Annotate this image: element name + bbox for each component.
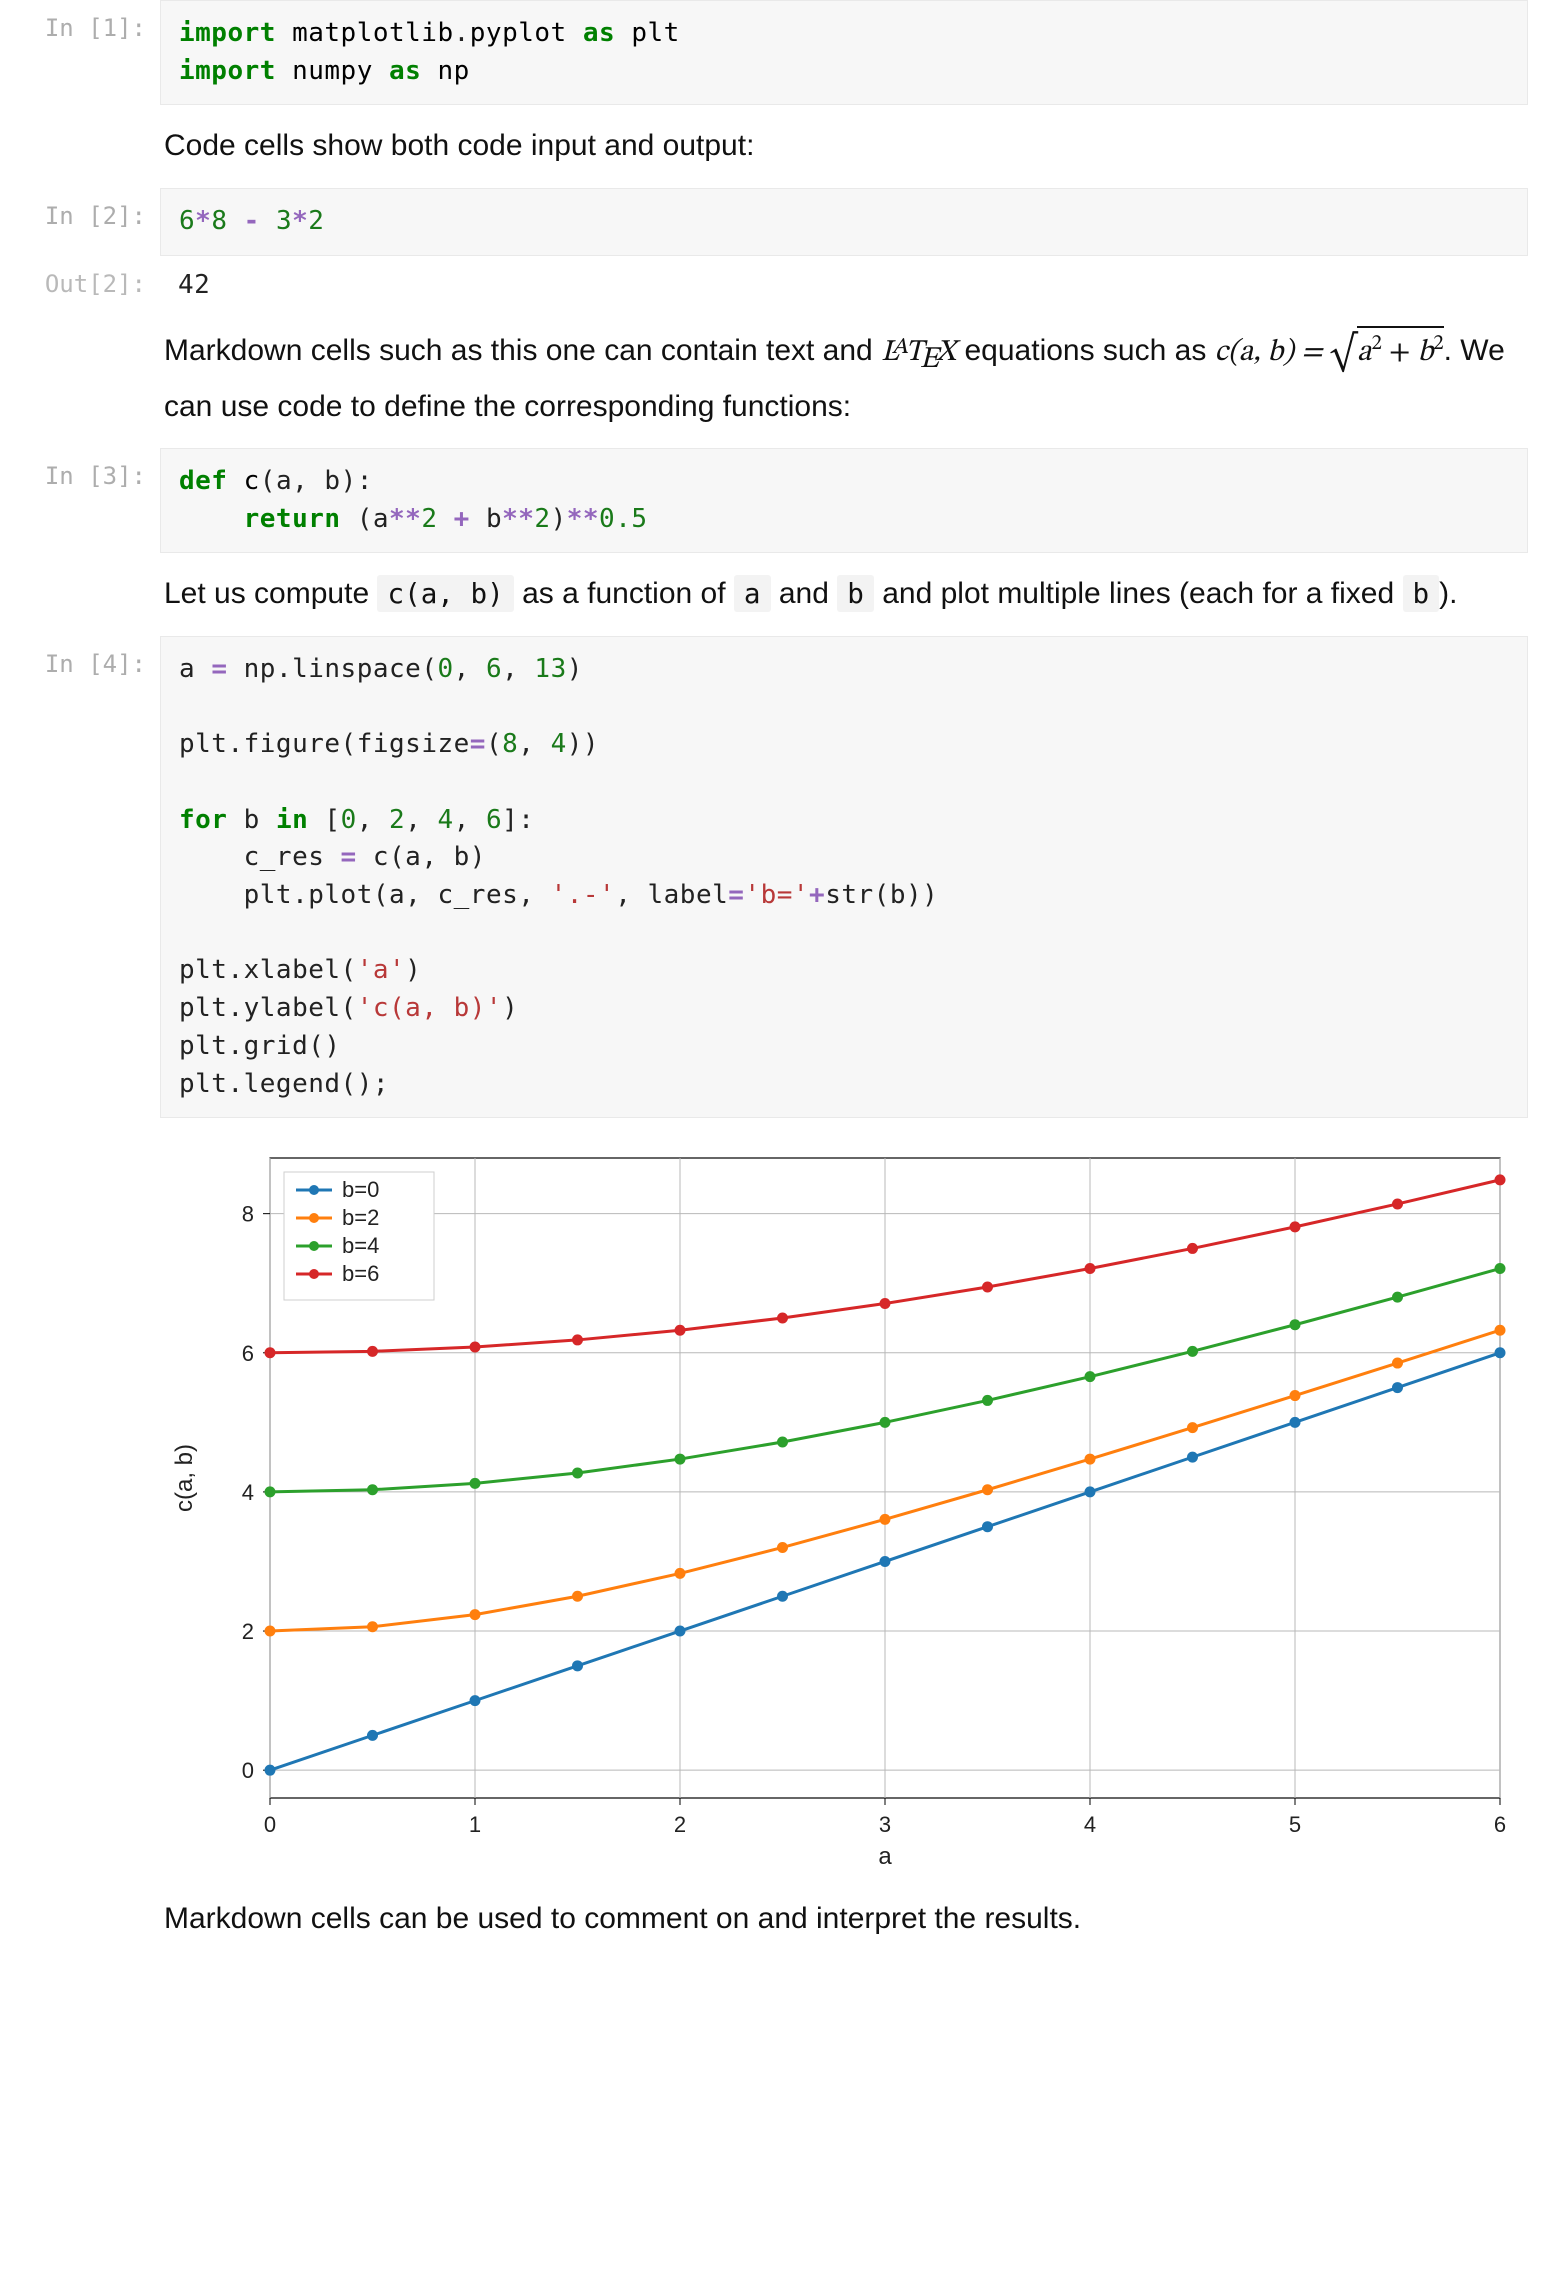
svg-text:8: 8 (242, 1202, 254, 1227)
markdown-cell-4[interactable]: Markdown cells can be used to comment on… (20, 1878, 1528, 1961)
svg-text:3: 3 (879, 1812, 891, 1837)
output-text: 42 (160, 256, 1528, 308)
markdown-content: Markdown cells can be used to comment on… (160, 1878, 1528, 1961)
prompt-empty (20, 1118, 160, 1132)
md-text: and (771, 577, 838, 610)
code-input[interactable]: a = np.linspace(0, 6, 13) plt.figure(fig… (160, 636, 1528, 1118)
code-cell-4[interactable]: In [4]: a = np.linspace(0, 6, 13) plt.fi… (20, 636, 1528, 1118)
svg-text:b=6: b=6 (342, 1261, 379, 1286)
svg-text:4: 4 (242, 1480, 254, 1505)
md-text: Let us compute (164, 577, 377, 610)
line-chart: 0 1 2 3 4 5 6 0 2 4 6 8 a c(a, b) b=0 b=2 b=4 b=6 (160, 1138, 1530, 1878)
input-prompt: In [3]: (20, 448, 160, 490)
markdown-content: Let us compute c(a, b) as a function of … (160, 553, 1528, 636)
markdown-content: Code cells show both code input and outp… (160, 105, 1528, 188)
code-cell-1[interactable]: In [1]: import matplotlib.pyplot as plt … (20, 0, 1528, 105)
input-prompt: In [2]: (20, 188, 160, 230)
latex-equation: c(a, b) = √a2 + b2 (1215, 338, 1444, 368)
svg-text:6: 6 (242, 1341, 254, 1366)
md-text: ). (1439, 577, 1457, 610)
svg-text:5: 5 (1289, 1812, 1301, 1837)
code-cell-2[interactable]: In [2]: 6*8 - 3*2 (20, 188, 1528, 256)
svg-text:4: 4 (1084, 1812, 1096, 1837)
prompt-empty (20, 105, 160, 119)
inline-code: a (734, 575, 771, 612)
inline-code: b (1403, 575, 1440, 612)
md-text: as a function of (514, 577, 734, 610)
input-prompt: In [1]: (20, 0, 160, 42)
markdown-cell-2[interactable]: Markdown cells such as this one can cont… (20, 308, 1528, 449)
markdown-cell-3[interactable]: Let us compute c(a, b) as a function of … (20, 553, 1528, 636)
prompt-empty (20, 308, 160, 322)
inline-code: c(a, b) (377, 575, 513, 612)
svg-text:2: 2 (674, 1812, 686, 1837)
output-prompt: Out[2]: (20, 256, 160, 298)
code-cell-3[interactable]: In [3]: def c(a, b): return (a**2 + b**2… (20, 448, 1528, 553)
code-input[interactable]: import matplotlib.pyplot as plt import n… (160, 0, 1528, 105)
code-input[interactable]: def c(a, b): return (a**2 + b**2)**0.5 (160, 448, 1528, 553)
svg-text:a: a (878, 1843, 892, 1870)
svg-text:2: 2 (242, 1619, 254, 1644)
prompt-empty (20, 553, 160, 567)
svg-text:0: 0 (264, 1812, 276, 1837)
svg-text:0: 0 (242, 1758, 254, 1783)
md-text: equations such as (956, 334, 1215, 367)
latex-logo: LATEX (881, 338, 956, 368)
jupyter-notebook: In [1]: import matplotlib.pyplot as plt … (0, 0, 1548, 2001)
md-text: and plot multiple lines (each for a fixe… (874, 577, 1403, 610)
svg-text:1: 1 (469, 1812, 481, 1837)
svg-text:6: 6 (1494, 1812, 1506, 1837)
svg-text:c(a, b): c(a, b) (171, 1444, 198, 1512)
code-cell-4-output: 0 1 2 3 4 5 6 0 2 4 6 8 a c(a, b) b=0 b=2 b=4 b=6 (20, 1118, 1528, 1878)
code-input[interactable]: 6*8 - 3*2 (160, 188, 1528, 256)
prompt-empty (20, 1878, 160, 1892)
markdown-cell-1[interactable]: Code cells show both code input and outp… (20, 105, 1528, 188)
svg-text:b=4: b=4 (342, 1233, 379, 1258)
inline-code: b (837, 575, 874, 612)
md-text: Markdown cells such as this one can cont… (164, 334, 881, 367)
markdown-content: Markdown cells such as this one can cont… (160, 308, 1528, 449)
svg-text:b=2: b=2 (342, 1205, 379, 1230)
svg-text:b=0: b=0 (342, 1177, 379, 1202)
code-cell-2-output: Out[2]: 42 (20, 256, 1528, 308)
input-prompt: In [4]: (20, 636, 160, 678)
